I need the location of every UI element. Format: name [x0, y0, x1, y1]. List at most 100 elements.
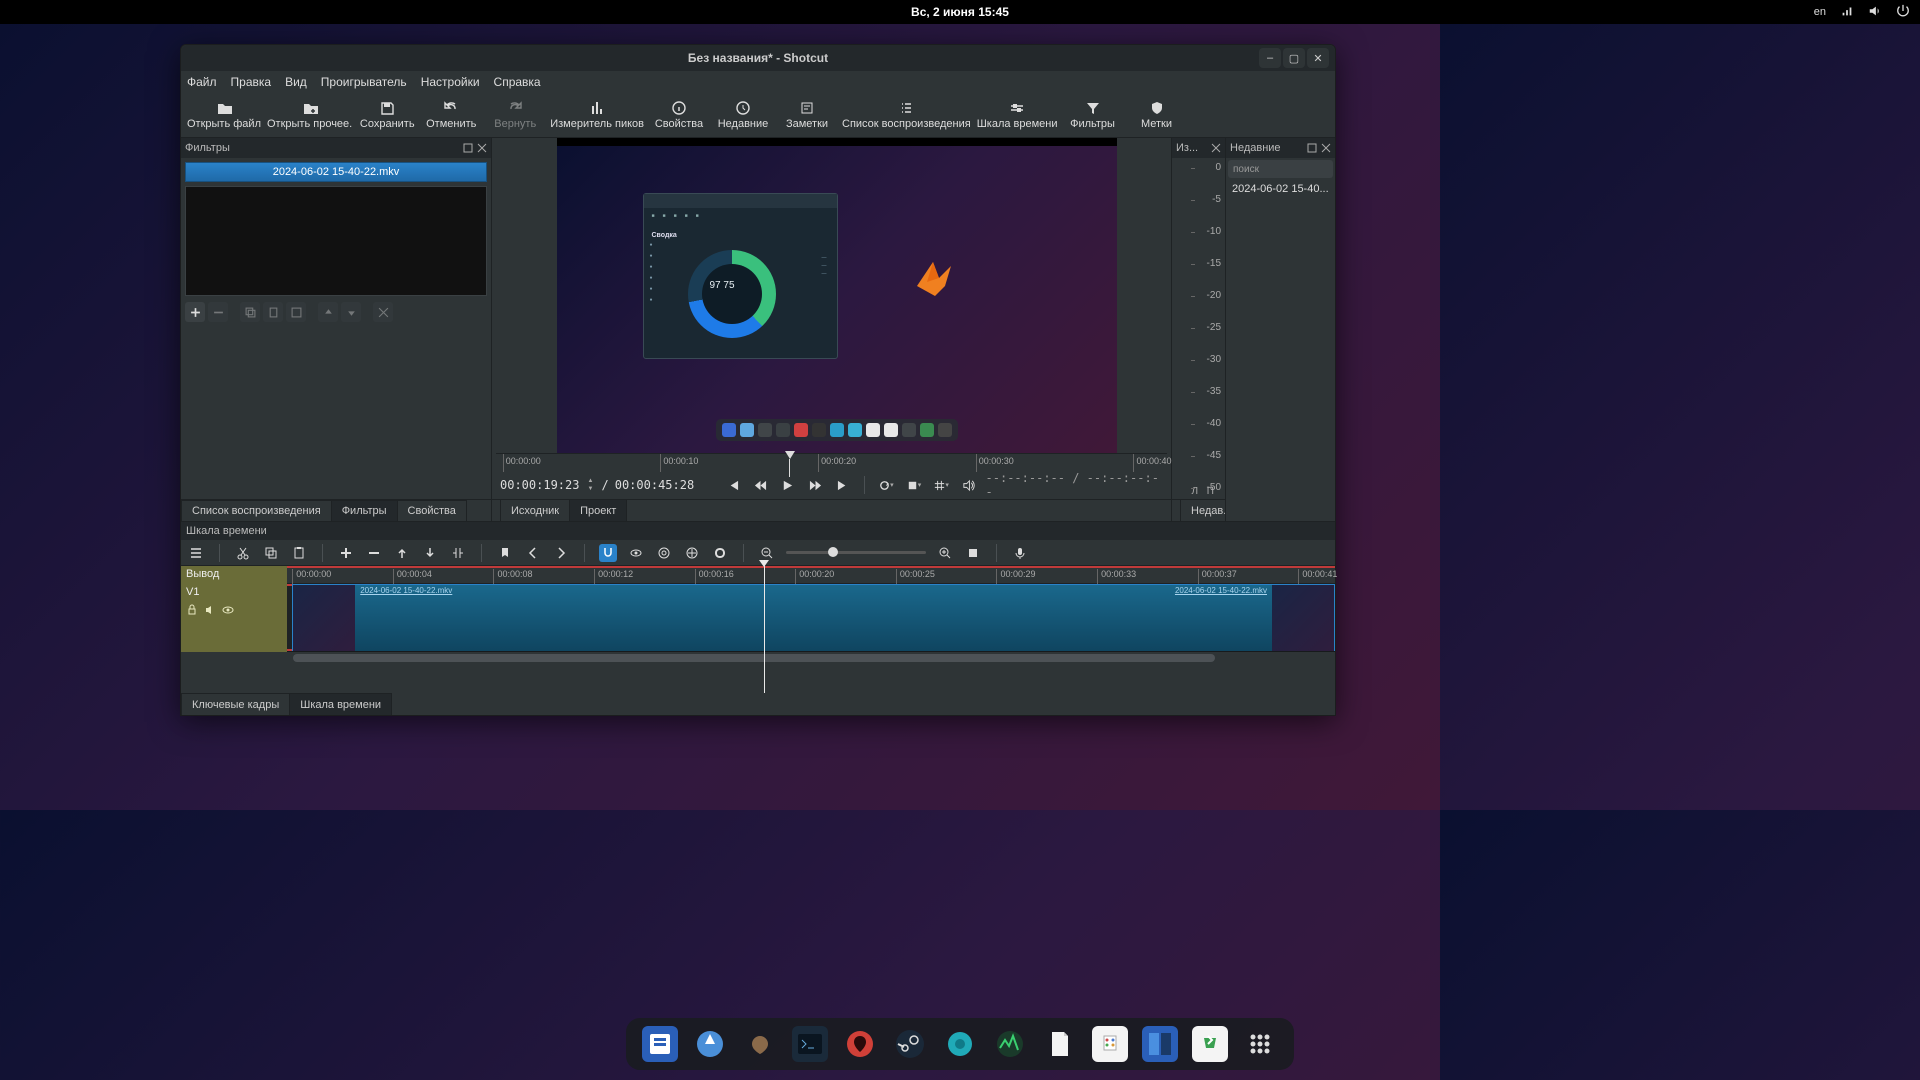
timeline-playhead[interactable] — [764, 560, 765, 693]
save-button[interactable]: Сохранить — [358, 94, 416, 136]
append-button[interactable] — [337, 544, 355, 562]
tab-filters[interactable]: Фильтры — [331, 500, 398, 521]
close-panel-icon[interactable] — [477, 143, 487, 153]
close-panel-icon[interactable] — [1211, 143, 1221, 153]
split-button[interactable] — [449, 544, 467, 562]
dock-tray[interactable] — [1192, 1026, 1228, 1062]
remove-filter-button[interactable] — [208, 302, 228, 322]
dock-software[interactable] — [1092, 1026, 1128, 1062]
forward-button[interactable] — [805, 474, 827, 496]
ripple-markers-button[interactable] — [711, 544, 729, 562]
power-icon[interactable] — [1896, 4, 1910, 21]
lock-icon[interactable] — [186, 604, 198, 616]
network-icon[interactable] — [1840, 4, 1854, 21]
cut-button[interactable] — [234, 544, 252, 562]
notes-button[interactable]: Заметки — [778, 94, 836, 136]
window-maximize-button[interactable]: ▢ — [1283, 48, 1305, 68]
marker-button[interactable] — [496, 544, 514, 562]
output-track-head[interactable]: Вывод — [181, 566, 287, 584]
scrub-button[interactable] — [627, 544, 645, 562]
mute-icon[interactable] — [204, 604, 216, 616]
deselect-button[interactable] — [373, 302, 393, 322]
player-playhead[interactable] — [785, 451, 795, 459]
paste-filter-button[interactable] — [263, 302, 283, 322]
next-marker-button[interactable] — [552, 544, 570, 562]
menu-file[interactable]: Файл — [187, 75, 217, 89]
dock-terminal[interactable] — [792, 1026, 828, 1062]
zoom-fit-button[interactable]: ▾ — [903, 474, 925, 496]
timeline-scrollbar[interactable] — [287, 652, 1335, 664]
dock-quake[interactable] — [742, 1026, 778, 1062]
dock-apps-grid[interactable] — [1242, 1026, 1278, 1062]
copy-filter-button[interactable] — [240, 302, 260, 322]
keyboard-lang[interactable]: en — [1814, 6, 1826, 18]
dock-browser[interactable] — [692, 1026, 728, 1062]
save-filterset-button[interactable] — [286, 302, 306, 322]
menu-help[interactable]: Справка — [494, 75, 541, 89]
snap-button[interactable] — [599, 544, 617, 562]
redo-button[interactable]: Вернуть — [486, 94, 544, 136]
timecode-up[interactable]: ▲ — [585, 477, 595, 485]
hide-icon[interactable] — [222, 604, 234, 616]
recent-button[interactable]: Недавние — [714, 94, 772, 136]
open-other-button[interactable]: Открыть прочее. — [267, 94, 352, 136]
dock-document[interactable] — [1042, 1026, 1078, 1062]
recent-search-input[interactable]: поиск — [1228, 160, 1333, 178]
skip-end-button[interactable] — [832, 474, 854, 496]
filters-button[interactable]: Фильтры — [1064, 94, 1122, 136]
play-button[interactable] — [777, 474, 799, 496]
menu-edit[interactable]: Правка — [231, 75, 272, 89]
prev-marker-button[interactable] — [524, 544, 542, 562]
recent-item[interactable]: 2024-06-02 15-40... — [1226, 180, 1335, 198]
tab-project[interactable]: Проект — [569, 500, 627, 521]
preview-canvas[interactable]: ■■■■■ Сводка ●●●●●● 97 75 ——— — [557, 138, 1117, 453]
tab-playlist[interactable]: Список воспроизведения — [181, 500, 332, 521]
add-filter-button[interactable] — [185, 302, 205, 322]
open-file-button[interactable]: Открыть файл — [187, 94, 261, 136]
timeline-ruler[interactable]: 00:00:0000:00:0400:00:0800:00:1200:00:16… — [287, 566, 1335, 584]
v1-track-head[interactable]: V1 — [181, 584, 287, 652]
undo-button[interactable]: Отменить — [422, 94, 480, 136]
dock-tiling[interactable] — [1142, 1026, 1178, 1062]
dock-red-app[interactable] — [842, 1026, 878, 1062]
undock-icon[interactable] — [463, 143, 473, 153]
dock-hw[interactable] — [942, 1026, 978, 1062]
ripple-delete-button[interactable] — [365, 544, 383, 562]
volume-button[interactable] — [958, 474, 980, 496]
ripple-button[interactable] — [655, 544, 673, 562]
menu-view[interactable]: Вид — [285, 75, 307, 89]
timeline-menu-button[interactable] — [187, 544, 205, 562]
skip-start-button[interactable] — [722, 474, 744, 496]
window-minimize-button[interactable]: – — [1259, 48, 1281, 68]
player-ruler[interactable]: 00:00:0000:00:1000:00:2000:00:3000:00:40 — [496, 453, 1167, 471]
playlist-button[interactable]: Список воспроизведения — [842, 94, 971, 136]
record-audio-button[interactable] — [1011, 544, 1029, 562]
zoom-in-button[interactable] — [936, 544, 954, 562]
ripple-all-button[interactable] — [683, 544, 701, 562]
window-titlebar[interactable]: Без названия* - Shotcut – ▢ ✕ — [181, 45, 1335, 71]
current-timecode[interactable]: 00:00:19:23 — [500, 478, 579, 492]
move-up-button[interactable] — [318, 302, 338, 322]
move-down-button[interactable] — [341, 302, 361, 322]
timeline-clip[interactable]: 2024-06-02 15-40-22.mkv 2024-06-02 15-40… — [292, 584, 1335, 652]
volume-icon[interactable] — [1868, 4, 1882, 21]
paste-button[interactable] — [290, 544, 308, 562]
timecode-down[interactable]: ▼ — [585, 485, 595, 493]
zoom-fit-button-tl[interactable] — [964, 544, 982, 562]
menu-player[interactable]: Проигрыватель — [321, 75, 407, 89]
filters-list[interactable] — [185, 186, 487, 296]
zoom-slider[interactable] — [786, 551, 926, 554]
tab-timeline[interactable]: Шкала времени — [289, 693, 392, 715]
tab-keyframes[interactable]: Ключевые кадры — [181, 693, 290, 715]
grid-button[interactable]: ▾ — [930, 474, 952, 496]
dock-steam[interactable] — [892, 1026, 928, 1062]
properties-button[interactable]: Свойства — [650, 94, 708, 136]
zoom-out-button[interactable] — [758, 544, 776, 562]
copy-button[interactable] — [262, 544, 280, 562]
window-close-button[interactable]: ✕ — [1307, 48, 1329, 68]
tab-source[interactable]: Исходник — [500, 500, 570, 521]
menu-settings[interactable]: Настройки — [421, 75, 480, 89]
loop-button[interactable]: ▾ — [875, 474, 897, 496]
peak-meter-button[interactable]: Измеритель пиков — [550, 94, 644, 136]
markers-button[interactable]: Метки — [1128, 94, 1186, 136]
